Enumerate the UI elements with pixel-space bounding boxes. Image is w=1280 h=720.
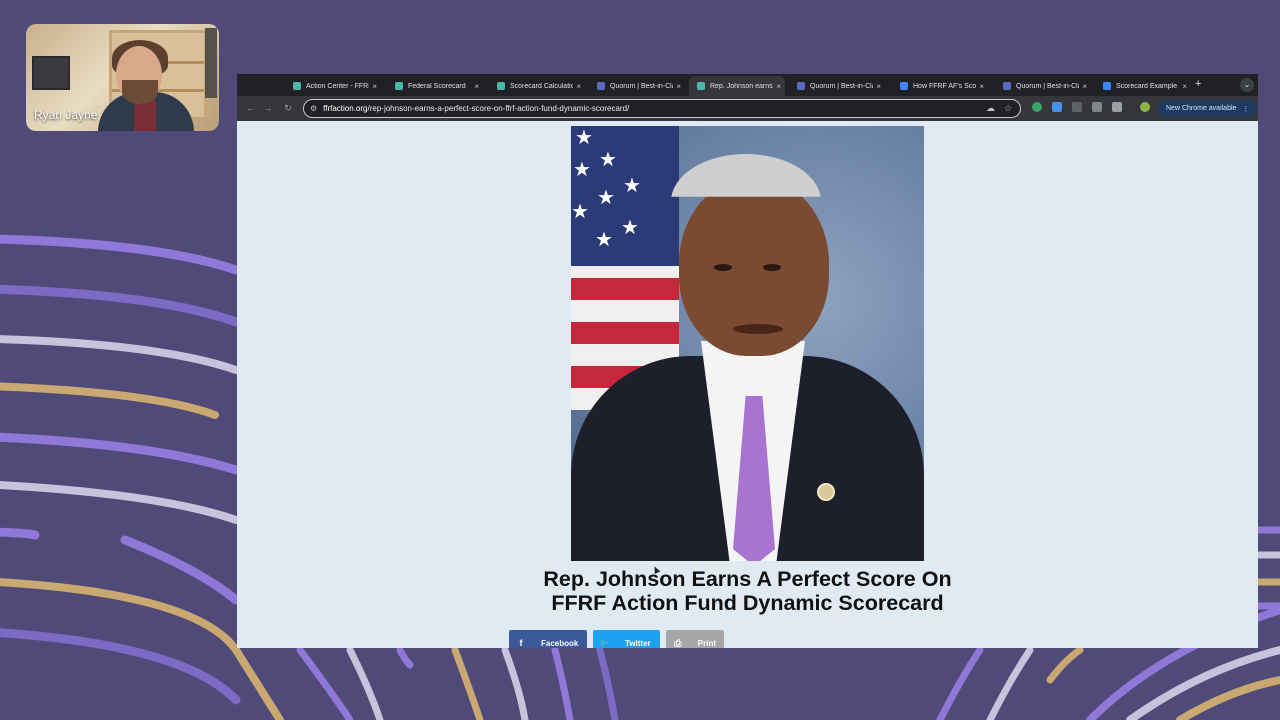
tab-favicon-icon (497, 82, 505, 90)
close-tab-icon[interactable]: × (369, 82, 377, 91)
close-tab-icon[interactable]: × (773, 82, 781, 91)
title-line-2: FFRF Action Fund Dynamic Scorecard (551, 591, 944, 615)
profile-avatar[interactable] (1140, 102, 1150, 112)
close-tab-icon[interactable]: × (873, 82, 881, 91)
tab-label: Scorecard Calculations (510, 82, 574, 90)
print-icon: ⎙ (674, 637, 682, 648)
tab-favicon-icon (597, 82, 605, 90)
browser-tab[interactable]: Scorecard Example × (1095, 76, 1191, 96)
participant-name: Ryan Jayne (34, 108, 98, 122)
tab-label: Federal Scorecard (408, 82, 466, 90)
extension-icon[interactable] (1052, 102, 1062, 112)
address-bar[interactable]: ⚙ ffrfaction.org/rep-johnson-earns-a-per… (303, 99, 1021, 118)
tab-favicon-icon (1103, 82, 1111, 90)
tab-label: Quorum | Best-in-Class (610, 82, 673, 90)
browser-tab[interactable]: Scorecard Calculations× (489, 76, 585, 96)
puzzle-icon[interactable] (1112, 102, 1122, 112)
facebook-icon: f (519, 638, 523, 648)
participant-shirt (134, 100, 156, 131)
web-page: ★ ★ ★ ★ ★ ★ ★ ★ Rep. Johnson Earns A Per… (237, 121, 1258, 648)
site-info-icon[interactable]: ⚙ (310, 104, 317, 113)
new-tab-button[interactable]: + (1195, 78, 1201, 90)
tab-favicon-icon (293, 82, 301, 90)
tab-label: Rep. Johnson earns (710, 82, 773, 90)
chrome-update-button[interactable]: New Chrome available ⋮ (1158, 100, 1258, 117)
close-tab-icon[interactable]: × (976, 82, 984, 91)
twitter-icon: 🐦 (599, 637, 611, 648)
reload-icon[interactable]: ↻ (281, 101, 295, 115)
extension-icon[interactable] (1072, 102, 1082, 112)
tab-favicon-icon (797, 82, 805, 90)
forward-icon[interactable]: → (261, 101, 275, 115)
browser-tab[interactable]: Quorum | Best-in-Class× (789, 76, 885, 96)
cloud-save-icon[interactable]: ☁ (986, 103, 995, 114)
tab-search-button[interactable]: ⌄ (1240, 78, 1254, 92)
tab-label: How FFRF AF's Scorecard (913, 82, 977, 90)
close-tab-icon[interactable]: × (573, 82, 581, 91)
article-portrait-image: ★ ★ ★ ★ ★ ★ ★ ★ (571, 126, 924, 561)
browser-tab[interactable]: Quorum | Best-in-Class× (995, 76, 1091, 96)
participant-video-tile[interactable]: Ryan Jayne (26, 24, 219, 131)
tab-label: Scorecard Example (1116, 82, 1178, 90)
tab-label: Quorum | Best-in-Class (1016, 82, 1079, 90)
url-path: /rep-johnson-earns-a-perfect-score-on-ff… (367, 104, 630, 113)
share-twitter-button[interactable]: 🐦 Twitter (593, 630, 660, 648)
extension-icon[interactable] (1032, 102, 1042, 112)
participant-beard (122, 80, 158, 104)
tab-label: Quorum | Best-in-Class (810, 82, 873, 90)
bookmark-star-icon[interactable]: ☆ (1004, 103, 1012, 114)
browser-tab[interactable]: Rep. Johnson earns × (689, 76, 785, 96)
close-tab-icon[interactable]: × (1079, 82, 1087, 91)
update-label: New Chrome available (1166, 105, 1237, 112)
browser-tab[interactable]: Action Center - FFRF × (285, 76, 381, 96)
close-tab-icon[interactable]: × (673, 82, 681, 91)
share-label: Print (697, 638, 716, 648)
browser-window: + ⌄ Action Center - FFRF × Federal Scoreca… (237, 74, 1258, 648)
url-domain: ffrfaction.org (323, 104, 368, 113)
browser-toolbar: ← → ↻ ⚙ ffrfaction.org/rep-johnson-earns… (237, 96, 1258, 121)
tab-favicon-icon (900, 82, 908, 90)
tab-favicon-icon (395, 82, 403, 90)
share-label: Twitter (625, 638, 651, 648)
close-tab-icon[interactable]: × (1179, 82, 1187, 91)
tab-favicon-icon (1003, 82, 1011, 90)
tab-strip: + ⌄ Action Center - FFRF × Federal Scoreca… (237, 74, 1258, 96)
title-line-1: Rep. Johnson Earns A Perfect Score On (543, 567, 952, 591)
article-title: Rep. Johnson Earns A Perfect Score On FF… (471, 567, 1024, 615)
browser-tab[interactable]: Quorum | Best-in-Class× (589, 76, 685, 96)
share-facebook-button[interactable]: f Facebook (509, 630, 587, 648)
back-icon[interactable]: ← (243, 101, 257, 115)
congressional-pin (817, 483, 835, 501)
tab-favicon-icon (697, 82, 705, 90)
kebab-menu-icon: ⋮ (1242, 105, 1250, 113)
door-frame (205, 28, 217, 98)
browser-tab[interactable]: Federal Scorecard × (387, 76, 483, 96)
extension-icon[interactable] (1092, 102, 1102, 112)
close-tab-icon[interactable]: × (471, 82, 479, 91)
share-label: Facebook (541, 638, 579, 648)
wall-picture (32, 56, 70, 90)
browser-tab[interactable]: How FFRF AF's Scorecard× (892, 76, 988, 96)
tab-label: Action Center - FFRF (306, 82, 370, 90)
share-print-button[interactable]: ⎙ Print (666, 630, 724, 648)
